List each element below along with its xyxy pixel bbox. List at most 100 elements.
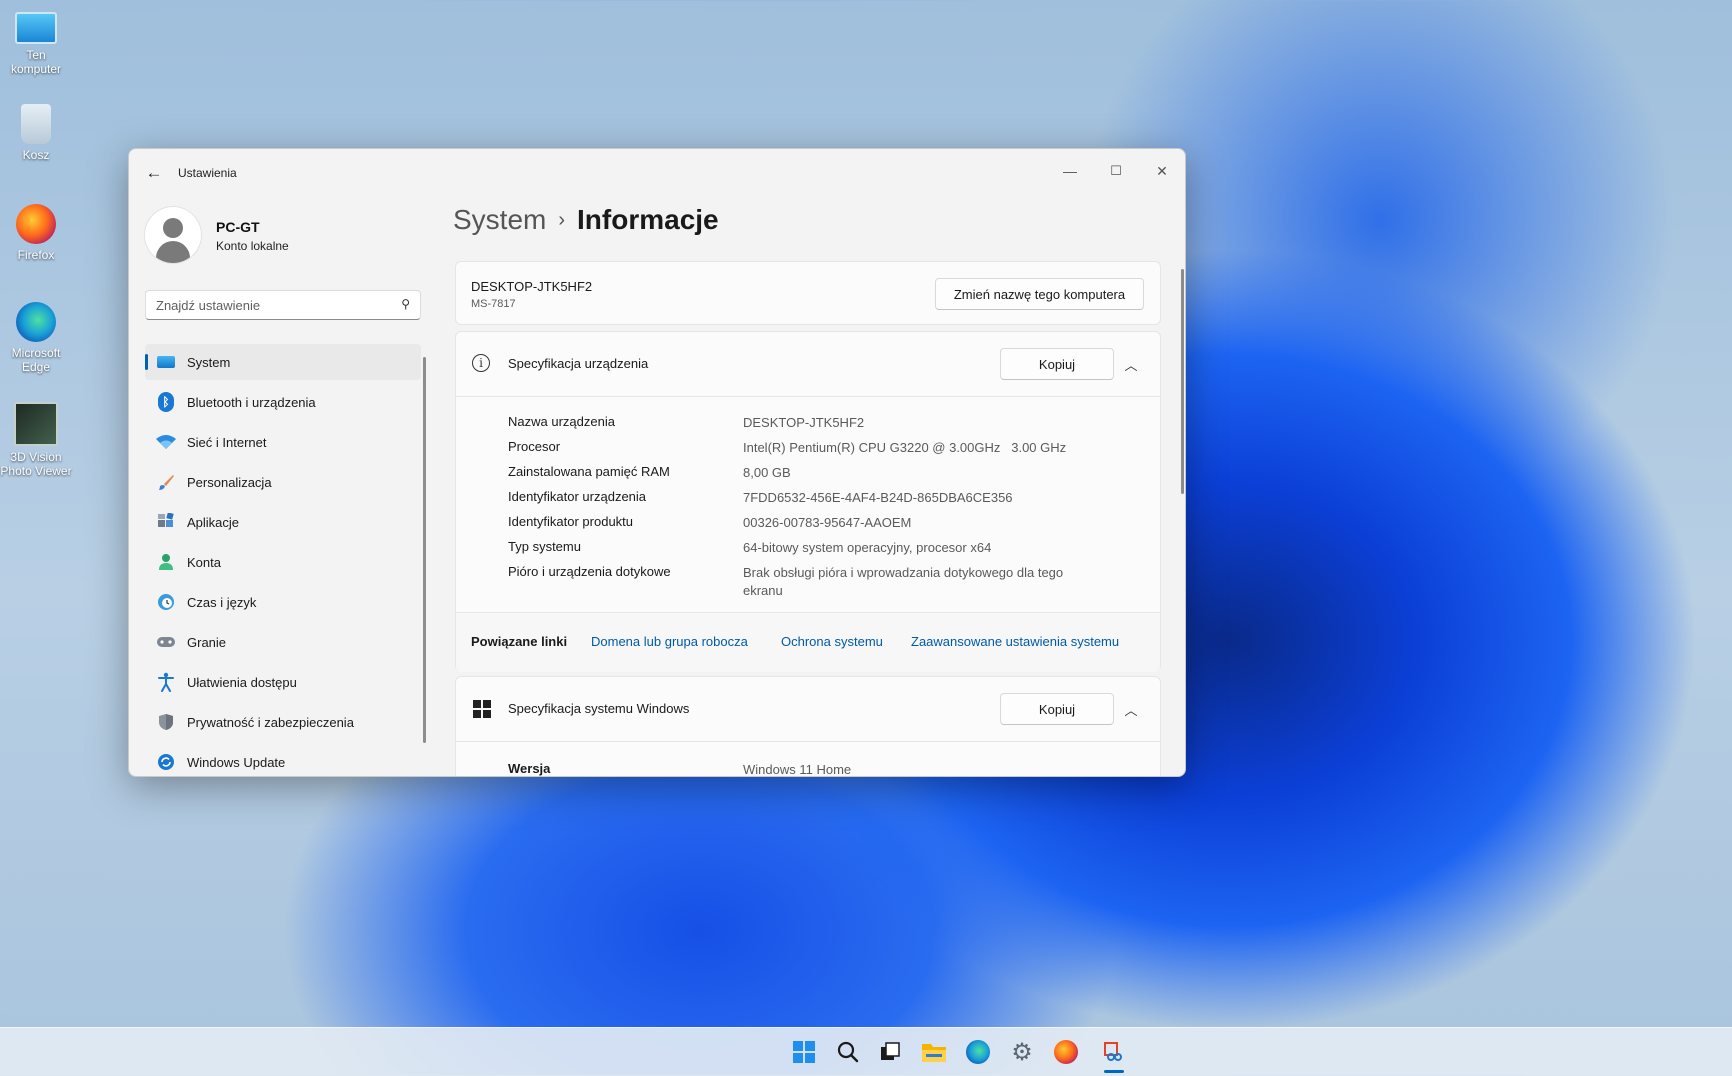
- title-bar: ← Ustawienia — ☐ ✕: [129, 149, 1185, 197]
- sidebar-item-label: Aplikacje: [187, 514, 240, 530]
- gamepad-icon: [155, 631, 177, 653]
- sidebar-item-label: Windows Update: [187, 754, 286, 770]
- sidebar-item-personalization[interactable]: Personalizacja: [145, 464, 421, 500]
- sidebar-item-label: Granie: [187, 634, 227, 650]
- info-icon: i: [472, 354, 490, 372]
- edge-icon: [16, 302, 56, 342]
- brush-icon: [155, 471, 177, 493]
- windows-spec-header[interactable]: Specyfikacja systemu Windows Kopiuj ︿: [456, 677, 1160, 742]
- account-type: Konto lokalne: [216, 239, 289, 253]
- search-icon[interactable]: ⚲: [401, 297, 410, 311]
- sidebar-item-accessibility[interactable]: Ułatwienia dostępu: [145, 664, 421, 700]
- breadcrumb: System › Informacje: [453, 204, 719, 236]
- chevron-up-icon[interactable]: ︿: [1119, 352, 1143, 376]
- taskbar: ⚙: [0, 1027, 1732, 1076]
- sidebar-item-windows-update[interactable]: Windows Update: [145, 744, 421, 776]
- device-name: DESKTOP-JTK5HF2: [471, 279, 593, 294]
- edge-icon[interactable]: [962, 1036, 994, 1068]
- task-view-icon[interactable]: [874, 1036, 906, 1068]
- chevron-right-icon: ›: [558, 209, 566, 231]
- sidebar-item-label: Konta: [187, 554, 221, 570]
- settings-window: ← Ustawienia — ☐ ✕ PC-GT Konto lokalne ⚲…: [128, 148, 1186, 777]
- device-name-card: DESKTOP-JTK5HF2 MS-7817 Zmień nazwę tego…: [455, 261, 1161, 325]
- person-icon: [163, 218, 183, 238]
- maximize-button[interactable]: ☐: [1095, 157, 1137, 185]
- windows-logo-icon: [473, 700, 491, 718]
- accessibility-icon: [155, 671, 177, 693]
- desktop-icon-firefox[interactable]: Firefox: [0, 204, 72, 262]
- sidebar-item-apps[interactable]: Aplikacje: [145, 504, 421, 540]
- settings-icon[interactable]: ⚙: [1006, 1036, 1038, 1068]
- sidebar-item-label: System: [187, 354, 231, 370]
- desktop-icon-label: Kosz: [22, 148, 50, 162]
- search-box: ⚲: [145, 290, 421, 320]
- globe-clock-icon: [155, 591, 177, 613]
- wifi-icon: [155, 431, 177, 453]
- sidebar-item-label: Ułatwienia dostępu: [187, 674, 297, 690]
- sidebar-item-label: Czas i język: [187, 594, 257, 610]
- content-scrollbar[interactable]: [1181, 269, 1184, 494]
- related-links-label: Powiązane linki: [471, 634, 568, 649]
- bluetooth-icon: ᛒ: [155, 391, 177, 413]
- person-icon: [155, 551, 177, 573]
- sidebar-item-label: Prywatność i zabezpieczenia: [187, 714, 354, 730]
- close-button[interactable]: ✕: [1141, 157, 1183, 185]
- sidebar-nav: System ᛒ Bluetooth i urządzenia Sieć i I…: [145, 344, 421, 776]
- page-title: Informacje: [577, 204, 719, 235]
- file-explorer-icon[interactable]: [918, 1036, 950, 1068]
- sidebar-item-system[interactable]: System: [145, 344, 421, 380]
- sidebar-item-label: Bluetooth i urządzenia: [187, 394, 316, 410]
- device-spec-title: Specyfikacja urządzenia: [508, 356, 649, 371]
- related-links-bar: Powiązane linki Domena lub grupa robocza…: [456, 612, 1160, 672]
- desktop-icon-label: Microsoft Edge: [11, 346, 61, 374]
- search-icon[interactable]: [832, 1036, 864, 1068]
- desktop-icon-3d-vision[interactable]: 3D Vision Photo Viewer: [0, 402, 72, 478]
- avatar[interactable]: [145, 207, 201, 263]
- copy-windows-spec-button[interactable]: Kopiuj: [1000, 693, 1114, 725]
- monitor-icon: [155, 351, 177, 373]
- sidebar-item-gaming[interactable]: Granie: [145, 624, 421, 660]
- device-model: MS-7817: [471, 298, 516, 310]
- device-spec-card: i Specyfikacja urządzenia Kopiuj ︿ Nazwa…: [455, 331, 1161, 672]
- monitor-icon: [15, 12, 57, 44]
- chevron-up-icon[interactable]: ︿: [1119, 697, 1143, 721]
- sidebar-item-privacy[interactable]: Prywatność i zabezpieczenia: [145, 704, 421, 740]
- recycle-bin-icon: [21, 104, 51, 144]
- link-domain-workgroup[interactable]: Domena lub grupa robocza: [591, 634, 748, 649]
- shield-icon: [155, 711, 177, 733]
- minimize-button[interactable]: —: [1049, 157, 1091, 185]
- desktop-icon-label: Ten komputer: [10, 48, 62, 76]
- rename-pc-button[interactable]: Zmień nazwę tego komputera: [935, 278, 1144, 310]
- back-arrow-icon[interactable]: ←: [143, 162, 165, 184]
- user-name: PC-GT: [216, 219, 260, 235]
- windows-spec-card: Specyfikacja systemu Windows Kopiuj ︿ We…: [455, 676, 1161, 776]
- start-icon[interactable]: [788, 1036, 820, 1068]
- device-spec-header[interactable]: i Specyfikacja urządzenia Kopiuj ︿: [456, 332, 1160, 397]
- sidebar-scrollbar[interactable]: [423, 357, 426, 743]
- desktop-icon-this-pc[interactable]: Ten komputer: [0, 6, 72, 76]
- firefox-icon: [16, 204, 56, 244]
- sidebar-item-bluetooth[interactable]: ᛒ Bluetooth i urządzenia: [145, 384, 421, 420]
- desktop-icon-label: Firefox: [17, 248, 55, 262]
- active-app-indicator: [1104, 1070, 1124, 1073]
- link-system-protection[interactable]: Ochrona systemu: [781, 634, 883, 649]
- copy-device-spec-button[interactable]: Kopiuj: [1000, 348, 1114, 380]
- breadcrumb-parent[interactable]: System: [453, 204, 546, 235]
- update-icon: [155, 751, 177, 773]
- windows-spec-title: Specyfikacja systemu Windows: [508, 701, 690, 716]
- snipping-tool-icon[interactable]: [1098, 1036, 1130, 1068]
- desktop-icon-edge[interactable]: Microsoft Edge: [0, 302, 72, 374]
- sidebar-item-accounts[interactable]: Konta: [145, 544, 421, 580]
- sidebar-item-network[interactable]: Sieć i Internet: [145, 424, 421, 460]
- sidebar-item-label: Sieć i Internet: [187, 434, 267, 450]
- firefox-icon[interactable]: [1050, 1036, 1082, 1068]
- app-title: Ustawienia: [178, 166, 237, 180]
- desktop-icon-recycle-bin[interactable]: Kosz: [0, 104, 72, 162]
- link-advanced-system-settings[interactable]: Zaawansowane ustawienia systemu: [911, 634, 1119, 649]
- apps-icon: [155, 511, 177, 533]
- 3d-vision-icon: [14, 402, 58, 446]
- desktop-icon-label: 3D Vision Photo Viewer: [0, 450, 72, 478]
- sidebar-item-time-language[interactable]: Czas i język: [145, 584, 421, 620]
- search-input[interactable]: [146, 291, 396, 319]
- sidebar-item-label: Personalizacja: [187, 474, 272, 490]
